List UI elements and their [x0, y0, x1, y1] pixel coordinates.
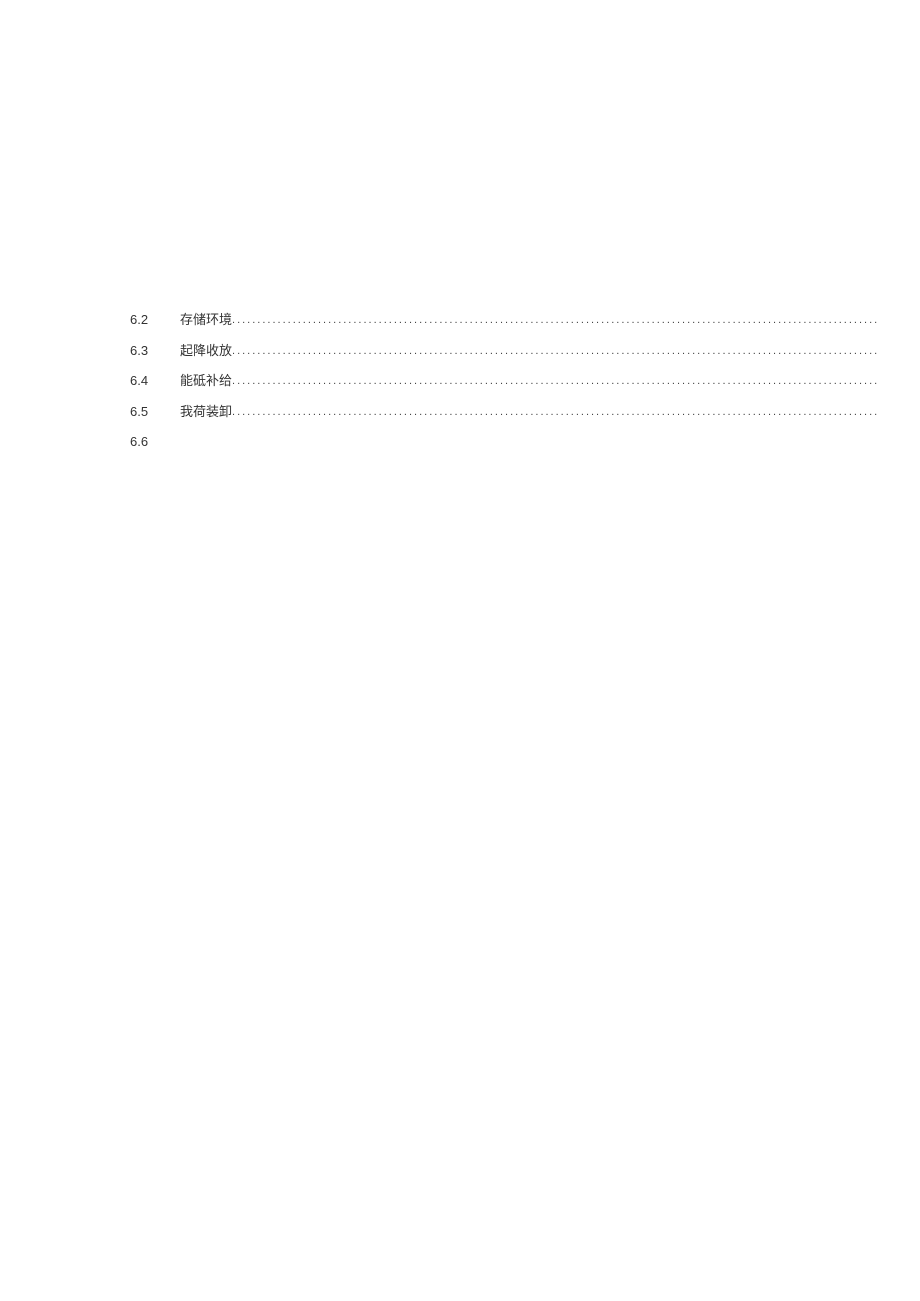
toc-title: 能砥补给 [180, 371, 232, 391]
toc-number: 6.6 [130, 432, 180, 452]
toc-leader [232, 343, 880, 360]
toc-entry: 6.4 能砥补给 [130, 371, 880, 391]
toc-title: 我荷装卸 [180, 402, 232, 422]
toc-title: 起降收放 [180, 341, 232, 361]
toc-entry: 6.2 存储环境 [130, 310, 880, 330]
toc-container: 6.2 存储环境 6.3 起降收放 6.4 能砥补给 6.5 我荷装卸 6.6 [130, 310, 880, 452]
toc-number: 6.4 [130, 371, 180, 391]
toc-number: 6.2 [130, 310, 180, 330]
toc-leader [232, 312, 880, 329]
toc-entry: 6.6 [130, 432, 880, 452]
toc-entry: 6.5 我荷装卸 [130, 402, 880, 422]
toc-title: 存储环境 [180, 310, 232, 330]
toc-number: 6.3 [130, 341, 180, 361]
toc-entry: 6.3 起降收放 [130, 341, 880, 361]
toc-leader [232, 373, 880, 390]
toc-leader [232, 404, 880, 421]
toc-number: 6.5 [130, 402, 180, 422]
